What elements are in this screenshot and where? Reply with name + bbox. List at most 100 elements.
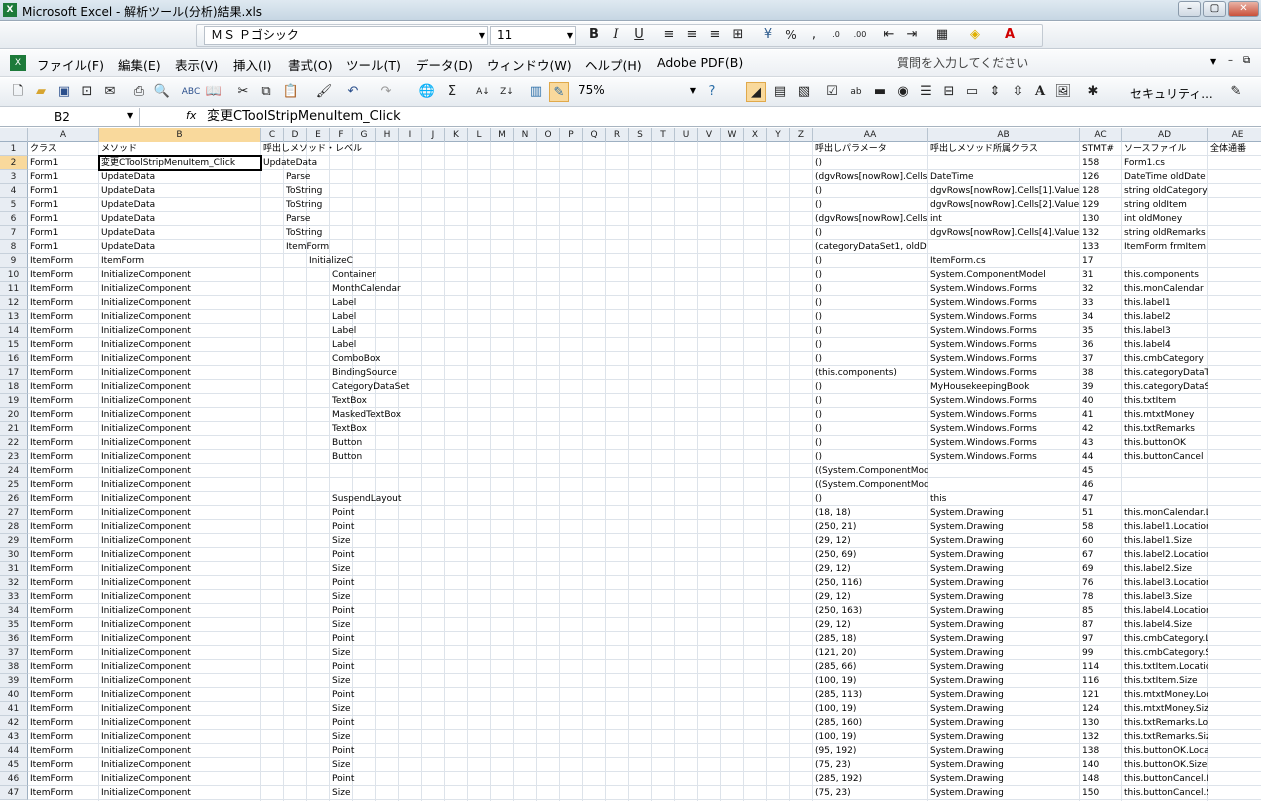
new-icon[interactable]: 🗋 <box>8 82 28 102</box>
select-all-corner[interactable] <box>0 128 28 142</box>
menu-adobe-pdf[interactable]: Adobe PDF(B) <box>657 55 743 70</box>
cell-ac[interactable]: 85 <box>1080 604 1122 618</box>
cell-ab[interactable]: System.Windows.Forms <box>928 282 1080 296</box>
cell-ad[interactable]: string oldItem <box>1122 198 1208 212</box>
column-header-o[interactable]: O <box>537 128 560 142</box>
cell-ad[interactable]: this.buttonOK.Location <box>1122 744 1208 758</box>
borders-icon[interactable]: ▦ <box>932 25 952 45</box>
cell-b[interactable]: InitializeComponent <box>99 534 261 548</box>
cell-f[interactable]: CategoryDataSet <box>330 380 813 394</box>
header-cell-c[interactable]: 呼出しメソッド・レベル <box>261 142 813 156</box>
cell-aa[interactable]: () <box>813 352 928 366</box>
cell-ab[interactable]: System.Windows.Forms <box>928 310 1080 324</box>
cell-a[interactable]: ItemForm <box>28 478 99 492</box>
column-header-aa[interactable]: AA <box>813 128 928 142</box>
cell-f[interactable]: Button <box>330 450 813 464</box>
cell-a[interactable]: ItemForm <box>28 688 99 702</box>
cell-ad[interactable]: this.label4.Size <box>1122 618 1208 632</box>
underline-icon[interactable]: U <box>629 25 649 45</box>
row-header[interactable]: 3 <box>0 170 28 184</box>
cell-b[interactable]: InitializeComponent <box>99 772 261 786</box>
cell-ac[interactable]: 51 <box>1080 506 1122 520</box>
cell-aa[interactable]: (250, 21) <box>813 520 928 534</box>
cell-ad[interactable]: string oldRemarks <box>1122 226 1208 240</box>
cell-a[interactable]: ItemForm <box>28 450 99 464</box>
cell-ad[interactable]: this.txtItem.Size <box>1122 674 1208 688</box>
cell-a[interactable]: ItemForm <box>28 296 99 310</box>
row-header[interactable]: 36 <box>0 632 28 646</box>
cell-b[interactable]: InitializeComponent <box>99 716 261 730</box>
cell-ab[interactable]: System.Drawing <box>928 562 1080 576</box>
cell-ac[interactable]: 46 <box>1080 478 1122 492</box>
cell-ac[interactable]: 121 <box>1080 688 1122 702</box>
row-header[interactable]: 10 <box>0 268 28 282</box>
cell-ac[interactable]: 47 <box>1080 492 1122 506</box>
cell-f[interactable]: Point <box>330 688 813 702</box>
cell-ac[interactable]: 42 <box>1080 422 1122 436</box>
design-mode-icon[interactable]: ◢ <box>746 82 766 102</box>
cell-aa[interactable]: (29, 12) <box>813 590 928 604</box>
maximize-button[interactable]: ▢ <box>1203 1 1226 17</box>
undo-icon[interactable]: ↶ <box>343 82 363 102</box>
cell-f[interactable]: Label <box>330 338 813 352</box>
header-cell-ab[interactable]: 呼出しメソッド所属クラス <box>928 142 1080 156</box>
cell-aa[interactable]: () <box>813 184 928 198</box>
cell-ad[interactable]: this.label4.Location <box>1122 604 1208 618</box>
cell-ac[interactable]: 99 <box>1080 646 1122 660</box>
cell-ab[interactable]: System.Drawing <box>928 576 1080 590</box>
cell-f[interactable]: TextBox <box>330 422 813 436</box>
cell-b[interactable]: InitializeComponent <box>99 352 261 366</box>
cell-aa[interactable]: () <box>813 268 928 282</box>
cell-aa[interactable]: () <box>813 198 928 212</box>
cell-a[interactable]: ItemForm <box>28 282 99 296</box>
cell-ac[interactable]: 87 <box>1080 618 1122 632</box>
cell-ab[interactable]: System.Drawing <box>928 618 1080 632</box>
cell-aa[interactable]: () <box>813 450 928 464</box>
cell-a[interactable]: ItemForm <box>28 394 99 408</box>
cell-b[interactable]: InitializeComponent <box>99 674 261 688</box>
row-header[interactable]: 26 <box>0 492 28 506</box>
cell-aa[interactable]: (categoryDataSet1, oldD <box>813 240 928 254</box>
cell-ad[interactable]: this.label2 <box>1122 310 1208 324</box>
currency-icon[interactable]: ¥ <box>758 25 778 45</box>
cell-ad[interactable]: this.txtRemarks <box>1122 422 1208 436</box>
cell-ac[interactable]: 130 <box>1080 716 1122 730</box>
cell-ab[interactable]: System.Drawing <box>928 590 1080 604</box>
cell-aa[interactable]: (285, 66) <box>813 660 928 674</box>
comma-icon[interactable]: , <box>804 25 824 45</box>
cell-a[interactable]: ItemForm <box>28 366 99 380</box>
row-header[interactable]: 25 <box>0 478 28 492</box>
row-header[interactable]: 35 <box>0 618 28 632</box>
cell-f[interactable]: Size <box>330 786 813 800</box>
cell-b[interactable]: InitializeComponent <box>99 548 261 562</box>
worksheet-grid[interactable]: A B C D E F G H I J K L M N O P Q R S T U V W X Y Z AA AB AC AD AE 1 クラス… <box>0 128 1261 801</box>
paste-icon[interactable]: 📋 <box>281 82 301 102</box>
cell-ab[interactable]: System.Drawing <box>928 674 1080 688</box>
cell-f[interactable]: Label <box>330 310 813 324</box>
cell-ad[interactable]: ItemForm frmItem <box>1122 240 1208 254</box>
row-header[interactable]: 21 <box>0 422 28 436</box>
minimize-button[interactable]: – <box>1178 1 1201 17</box>
cell-aa[interactable]: () <box>813 310 928 324</box>
cell-f[interactable]: SuspendLayout <box>330 492 813 506</box>
cell-ac[interactable]: 33 <box>1080 296 1122 310</box>
cell-b[interactable]: InitializeComponent <box>99 702 261 716</box>
cell-a[interactable]: ItemForm <box>28 716 99 730</box>
column-header-k[interactable]: K <box>445 128 468 142</box>
column-header-r[interactable]: R <box>606 128 629 142</box>
cell-a[interactable]: ItemForm <box>28 408 99 422</box>
cell-ad[interactable]: this.categoryDataTableBinding <box>1122 366 1208 380</box>
cell-aa[interactable]: () <box>813 338 928 352</box>
cell-aa[interactable]: (75, 23) <box>813 758 928 772</box>
cell-a[interactable]: ItemForm <box>28 646 99 660</box>
save-icon[interactable]: ▣ <box>54 82 74 102</box>
checkbox-control-icon[interactable]: ☑ <box>822 82 842 102</box>
row-header[interactable]: 29 <box>0 534 28 548</box>
cell-ad[interactable]: this.label3 <box>1122 324 1208 338</box>
sort-descending-icon[interactable]: Z↓ <box>497 82 517 102</box>
cell-aa[interactable]: () <box>813 282 928 296</box>
cell-b[interactable]: InitializeComponent <box>99 646 261 660</box>
cell-ad[interactable]: int oldMoney <box>1122 212 1208 226</box>
cell-ac[interactable]: 32 <box>1080 282 1122 296</box>
cell-b[interactable]: UpdateData <box>99 170 261 184</box>
